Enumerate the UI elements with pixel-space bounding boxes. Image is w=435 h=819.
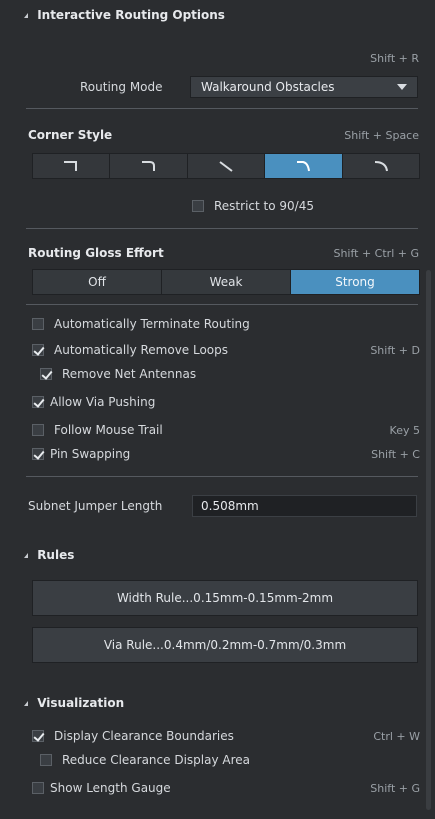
auto-terminate-checkbox[interactable] [32, 318, 44, 330]
remove-loops-label: Automatically Remove Loops [54, 343, 229, 357]
corner-style-arc-button[interactable] [342, 154, 420, 178]
option-remove-loops[interactable]: Automatically Remove Loops Shift + D [32, 340, 420, 360]
pin-swapping-checkbox[interactable] [32, 448, 44, 460]
subnet-jumper-label: Subnet Jumper Length [28, 499, 163, 513]
follow-mouse-checkbox[interactable] [32, 424, 44, 436]
corner-45-arc-icon [297, 161, 311, 172]
via-rule-label: Via Rule...0.4mm/0.2mm-0.7mm/0.3mm [103, 638, 347, 652]
section-title: Visualization [37, 696, 125, 710]
corner-style-buttons [32, 153, 420, 179]
restrict-90-45-checkbox[interactable] [192, 200, 204, 212]
section-title: Rules [37, 548, 75, 562]
divider [26, 476, 418, 477]
option-reduce-clearance[interactable]: Reduce Clearance Display Area [40, 750, 420, 770]
option-show-length-gauge[interactable]: Show Length Gauge Shift + G [32, 778, 420, 798]
display-clearance-shortcut: Ctrl + W [373, 729, 420, 743]
section-header-visualization[interactable]: Visualization [24, 696, 124, 710]
display-clearance-label: Display Clearance Boundaries [54, 729, 234, 743]
corner-90-icon [64, 161, 78, 171]
section-header-rules[interactable]: Rules [24, 548, 74, 562]
corner-arc-icon [374, 161, 388, 172]
restrict-90-45-option[interactable]: Restrict to 90/45 [192, 199, 314, 213]
via-pushing-label: Allow Via Pushing [50, 395, 156, 409]
routing-mode-value: Walkaround Obstacles [201, 80, 335, 94]
gloss-weak-button[interactable]: Weak [162, 270, 291, 294]
width-rule-button[interactable]: Width Rule...0.15mm-0.15mm-2mm [32, 580, 418, 616]
remove-loops-shortcut: Shift + D [370, 343, 420, 357]
pin-swapping-label: Pin Swapping [50, 447, 131, 461]
corner-style-shortcut: Shift + Space [344, 129, 419, 142]
follow-mouse-label: Follow Mouse Trail [54, 423, 163, 437]
remove-loops-checkbox[interactable] [32, 344, 44, 356]
option-remove-antennas[interactable]: Remove Net Antennas [40, 364, 420, 384]
follow-mouse-shortcut: Key 5 [389, 423, 420, 437]
via-rule-button[interactable]: Via Rule...0.4mm/0.2mm-0.7mm/0.3mm [32, 627, 418, 663]
auto-terminate-label: Automatically Terminate Routing [54, 317, 250, 331]
show-length-gauge-shortcut: Shift + G [370, 781, 420, 795]
gloss-effort-shortcut: Shift + Ctrl + G [333, 247, 419, 260]
option-follow-mouse[interactable]: Follow Mouse Trail Key 5 [32, 420, 420, 440]
option-pin-swapping[interactable]: Pin Swapping Shift + C [32, 444, 420, 464]
pin-swapping-shortcut: Shift + C [371, 447, 420, 461]
remove-antennas-checkbox[interactable] [40, 368, 52, 380]
display-clearance-checkbox[interactable] [32, 730, 44, 742]
gloss-effort-segmented: Off Weak Strong [32, 269, 420, 295]
gloss-effort-title: Routing Gloss Effort [28, 246, 164, 260]
subnet-jumper-value: 0.508mm [201, 499, 259, 513]
section-header-interactive-routing[interactable]: Interactive Routing Options [24, 8, 225, 22]
corner-style-90-button[interactable] [33, 154, 111, 178]
gloss-strong-button[interactable]: Strong [291, 270, 419, 294]
corner-style-45-arc-button[interactable] [265, 154, 343, 178]
divider [26, 304, 418, 305]
routing-mode-label: Routing Mode [80, 80, 163, 94]
remove-antennas-label: Remove Net Antennas [62, 367, 197, 381]
restrict-90-45-label: Restrict to 90/45 [214, 199, 314, 213]
corner-style-90-arc-button[interactable] [110, 154, 188, 178]
collapse-triangle-icon [24, 701, 28, 706]
collapse-triangle-icon [24, 553, 28, 558]
show-length-gauge-label: Show Length Gauge [50, 781, 171, 795]
reduce-clearance-checkbox[interactable] [40, 754, 52, 766]
corner-45-icon [219, 161, 233, 172]
gloss-off-button[interactable]: Off [33, 270, 162, 294]
corner-90-arc-icon [141, 161, 155, 171]
properties-panel: Interactive Routing Options Shift + R Ro… [18, 0, 423, 819]
vertical-scrollbar[interactable] [426, 270, 431, 810]
chevron-down-icon [397, 84, 407, 90]
option-auto-terminate[interactable]: Automatically Terminate Routing [32, 314, 420, 334]
divider [26, 108, 418, 109]
reduce-clearance-label: Reduce Clearance Display Area [62, 753, 250, 767]
section-title: Interactive Routing Options [37, 8, 225, 22]
routing-mode-dropdown[interactable]: Walkaround Obstacles [190, 76, 418, 98]
option-display-clearance[interactable]: Display Clearance Boundaries Ctrl + W [32, 726, 420, 746]
divider [26, 228, 418, 229]
option-via-pushing[interactable]: Allow Via Pushing [32, 392, 420, 412]
show-length-gauge-checkbox[interactable] [32, 782, 44, 794]
width-rule-label: Width Rule...0.15mm-0.15mm-2mm [116, 591, 334, 605]
corner-style-45-button[interactable] [187, 154, 266, 178]
via-pushing-checkbox[interactable] [32, 396, 44, 408]
corner-style-title: Corner Style [28, 128, 113, 142]
routing-mode-shortcut: Shift + R [370, 52, 419, 65]
collapse-triangle-icon [24, 13, 28, 18]
subnet-jumper-input[interactable]: 0.508mm [192, 495, 417, 517]
